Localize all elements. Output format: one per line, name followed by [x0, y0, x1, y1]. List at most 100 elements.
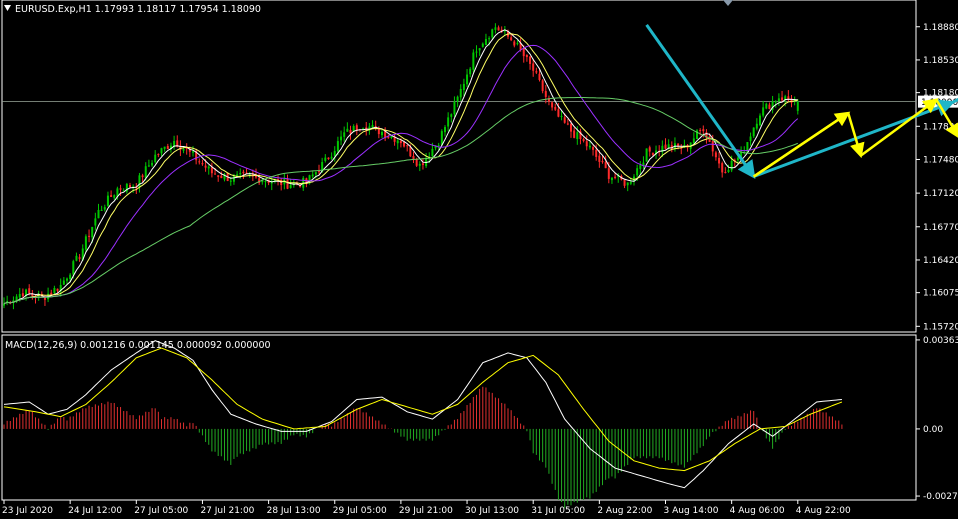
candle-body — [62, 280, 65, 285]
candle-body — [456, 96, 459, 102]
candle-body — [415, 158, 418, 166]
candle-body — [431, 148, 434, 157]
candle-body — [576, 132, 579, 140]
candle-body — [103, 207, 106, 210]
scroll-marker-icon[interactable] — [723, 0, 733, 6]
candle-body — [651, 152, 654, 156]
candle-body — [466, 74, 469, 85]
candle-body — [264, 181, 267, 183]
time-tick-label: 28 Jul 13:00 — [267, 506, 321, 516]
candle-body — [610, 177, 613, 181]
candle-body — [327, 157, 330, 160]
candle-body — [28, 288, 31, 294]
candle-body — [774, 101, 777, 103]
candle-body — [730, 160, 733, 171]
candle-body — [141, 175, 144, 178]
candle-body — [538, 73, 541, 80]
candle-body — [311, 174, 314, 177]
candle-body — [582, 139, 585, 141]
candle-body — [18, 294, 21, 298]
candle-body — [551, 102, 554, 108]
candle-body — [768, 104, 771, 109]
symbol-header: EURUSD.Exp,H1 1.17993 1.18117 1.17954 1.… — [15, 4, 261, 15]
candle-body — [488, 38, 491, 40]
candle-body — [478, 48, 481, 51]
candle-body — [532, 63, 535, 71]
candle-body — [595, 149, 598, 157]
candle-body — [592, 147, 595, 150]
candles-layer — [3, 23, 799, 310]
candle-body — [106, 195, 109, 206]
candle-body — [777, 98, 780, 102]
candle-body — [50, 292, 53, 295]
candle-body — [664, 144, 667, 149]
candle-body — [566, 123, 569, 125]
candle-body — [220, 175, 223, 179]
candle-body — [66, 278, 68, 281]
price-tick-label: 1.16420 — [923, 256, 958, 266]
candle-body — [557, 109, 560, 117]
candle-body — [598, 155, 601, 162]
candle-body — [113, 195, 116, 198]
candle-body — [529, 56, 532, 64]
candle-body — [147, 165, 150, 167]
price-tick-label: 1.17480 — [923, 155, 958, 165]
candle-body — [324, 157, 327, 161]
macd-main-line — [3, 340, 842, 489]
candle-body — [166, 146, 169, 150]
candle-body — [484, 39, 487, 46]
candle-body — [229, 180, 232, 182]
candle-body — [330, 156, 333, 159]
candle-body — [623, 179, 626, 186]
candle-body — [396, 140, 399, 144]
candle-body — [214, 173, 217, 175]
candle-body — [314, 172, 317, 175]
time-axis: 23 Jul 2020 24 Jul 12:00 27 Jul 05:00 27 Ju… — [2, 500, 851, 516]
candle-body — [796, 101, 799, 111]
candle-body — [409, 147, 412, 157]
candle-body — [752, 127, 755, 137]
time-tick-label: 2 Aug 22:00 — [597, 506, 652, 516]
candle-body — [163, 146, 166, 149]
candle-body — [88, 235, 91, 237]
time-tick-label: 29 Jul 21:00 — [399, 506, 453, 516]
time-tick-label: 24 Jul 12:00 — [68, 506, 122, 516]
time-tick-label: 4 Aug 06:00 — [730, 506, 785, 516]
candle-body — [72, 261, 75, 275]
collapse-triangle-icon[interactable] — [4, 5, 11, 11]
candle-body — [182, 148, 185, 151]
price-tick-label: 1.18880 — [923, 23, 958, 33]
candle-body — [318, 171, 320, 173]
candle-body — [711, 140, 714, 152]
candle-body — [440, 131, 443, 145]
candle-body — [91, 226, 94, 238]
candle-body — [217, 175, 220, 177]
candle-body — [97, 209, 100, 219]
candle-body — [94, 218, 97, 226]
price-tick-label: 1.17120 — [923, 189, 958, 199]
candle-body — [78, 257, 81, 259]
candle-body — [535, 71, 538, 73]
candle-body — [462, 83, 465, 91]
candle-body — [491, 29, 494, 38]
candle-body — [110, 195, 113, 197]
candle-body — [129, 185, 131, 188]
candle-body — [475, 51, 478, 53]
candle-body — [639, 165, 642, 169]
candle-body — [207, 166, 210, 169]
candle-body — [406, 145, 409, 147]
candle-body — [727, 169, 730, 173]
ma-line — [3, 33, 798, 305]
candle-body — [421, 163, 424, 165]
candle-body — [522, 48, 525, 57]
candle-body — [56, 288, 59, 291]
price-tick-label: 1.18530 — [923, 56, 958, 66]
ma-line — [3, 97, 798, 305]
candle-body — [762, 107, 765, 116]
time-tick-label: 30 Jul 13:00 — [465, 506, 519, 516]
candle-body — [399, 140, 402, 144]
candle-body — [390, 136, 393, 138]
candle-body — [381, 132, 383, 136]
candle-body — [755, 123, 758, 129]
candle-body — [510, 37, 513, 41]
